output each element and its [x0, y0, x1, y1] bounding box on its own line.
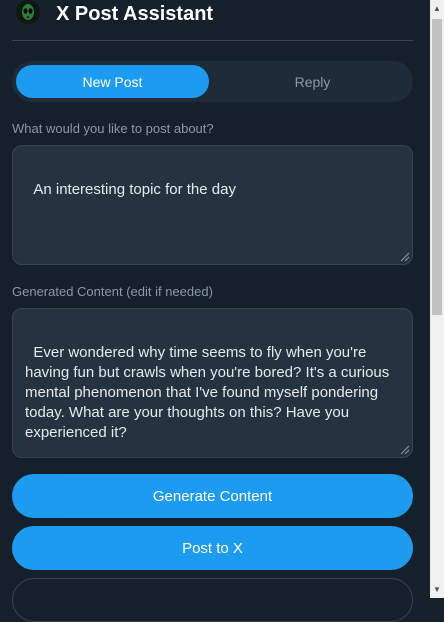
topic-input[interactable]: An interesting topic for the day	[12, 145, 413, 265]
app-header: X Post Assistant	[0, 0, 430, 40]
vertical-scrollbar[interactable]: ▲ ▼	[430, 0, 444, 598]
alien-logo-icon	[16, 0, 40, 24]
resize-handle-icon[interactable]	[398, 250, 410, 262]
app-title: X Post Assistant	[56, 3, 214, 25]
generated-content-input[interactable]: Ever wondered why time seems to fly when…	[12, 308, 413, 458]
scroll-up-arrow-icon[interactable]: ▲	[430, 0, 444, 17]
generated-content-label: Generated Content (edit if needed)	[12, 284, 213, 299]
generated-content-value: Ever wondered why time seems to fly when…	[25, 344, 394, 441]
generate-content-button[interactable]: Generate Content	[12, 474, 413, 518]
scrollbar-thumb[interactable]	[432, 19, 442, 315]
post-to-x-button[interactable]: Post to X	[12, 526, 413, 570]
tab-reply[interactable]: Reply	[216, 65, 409, 98]
secondary-button[interactable]	[12, 578, 413, 622]
mode-tabs: New Post Reply	[12, 61, 413, 102]
topic-label: What would you like to post about?	[12, 121, 214, 136]
tab-new-post[interactable]: New Post	[16, 65, 209, 98]
header-divider	[12, 40, 413, 41]
topic-input-value: An interesting topic for the day	[33, 181, 236, 198]
resize-handle-icon[interactable]	[398, 443, 410, 455]
scroll-down-arrow-icon[interactable]: ▼	[430, 581, 444, 598]
